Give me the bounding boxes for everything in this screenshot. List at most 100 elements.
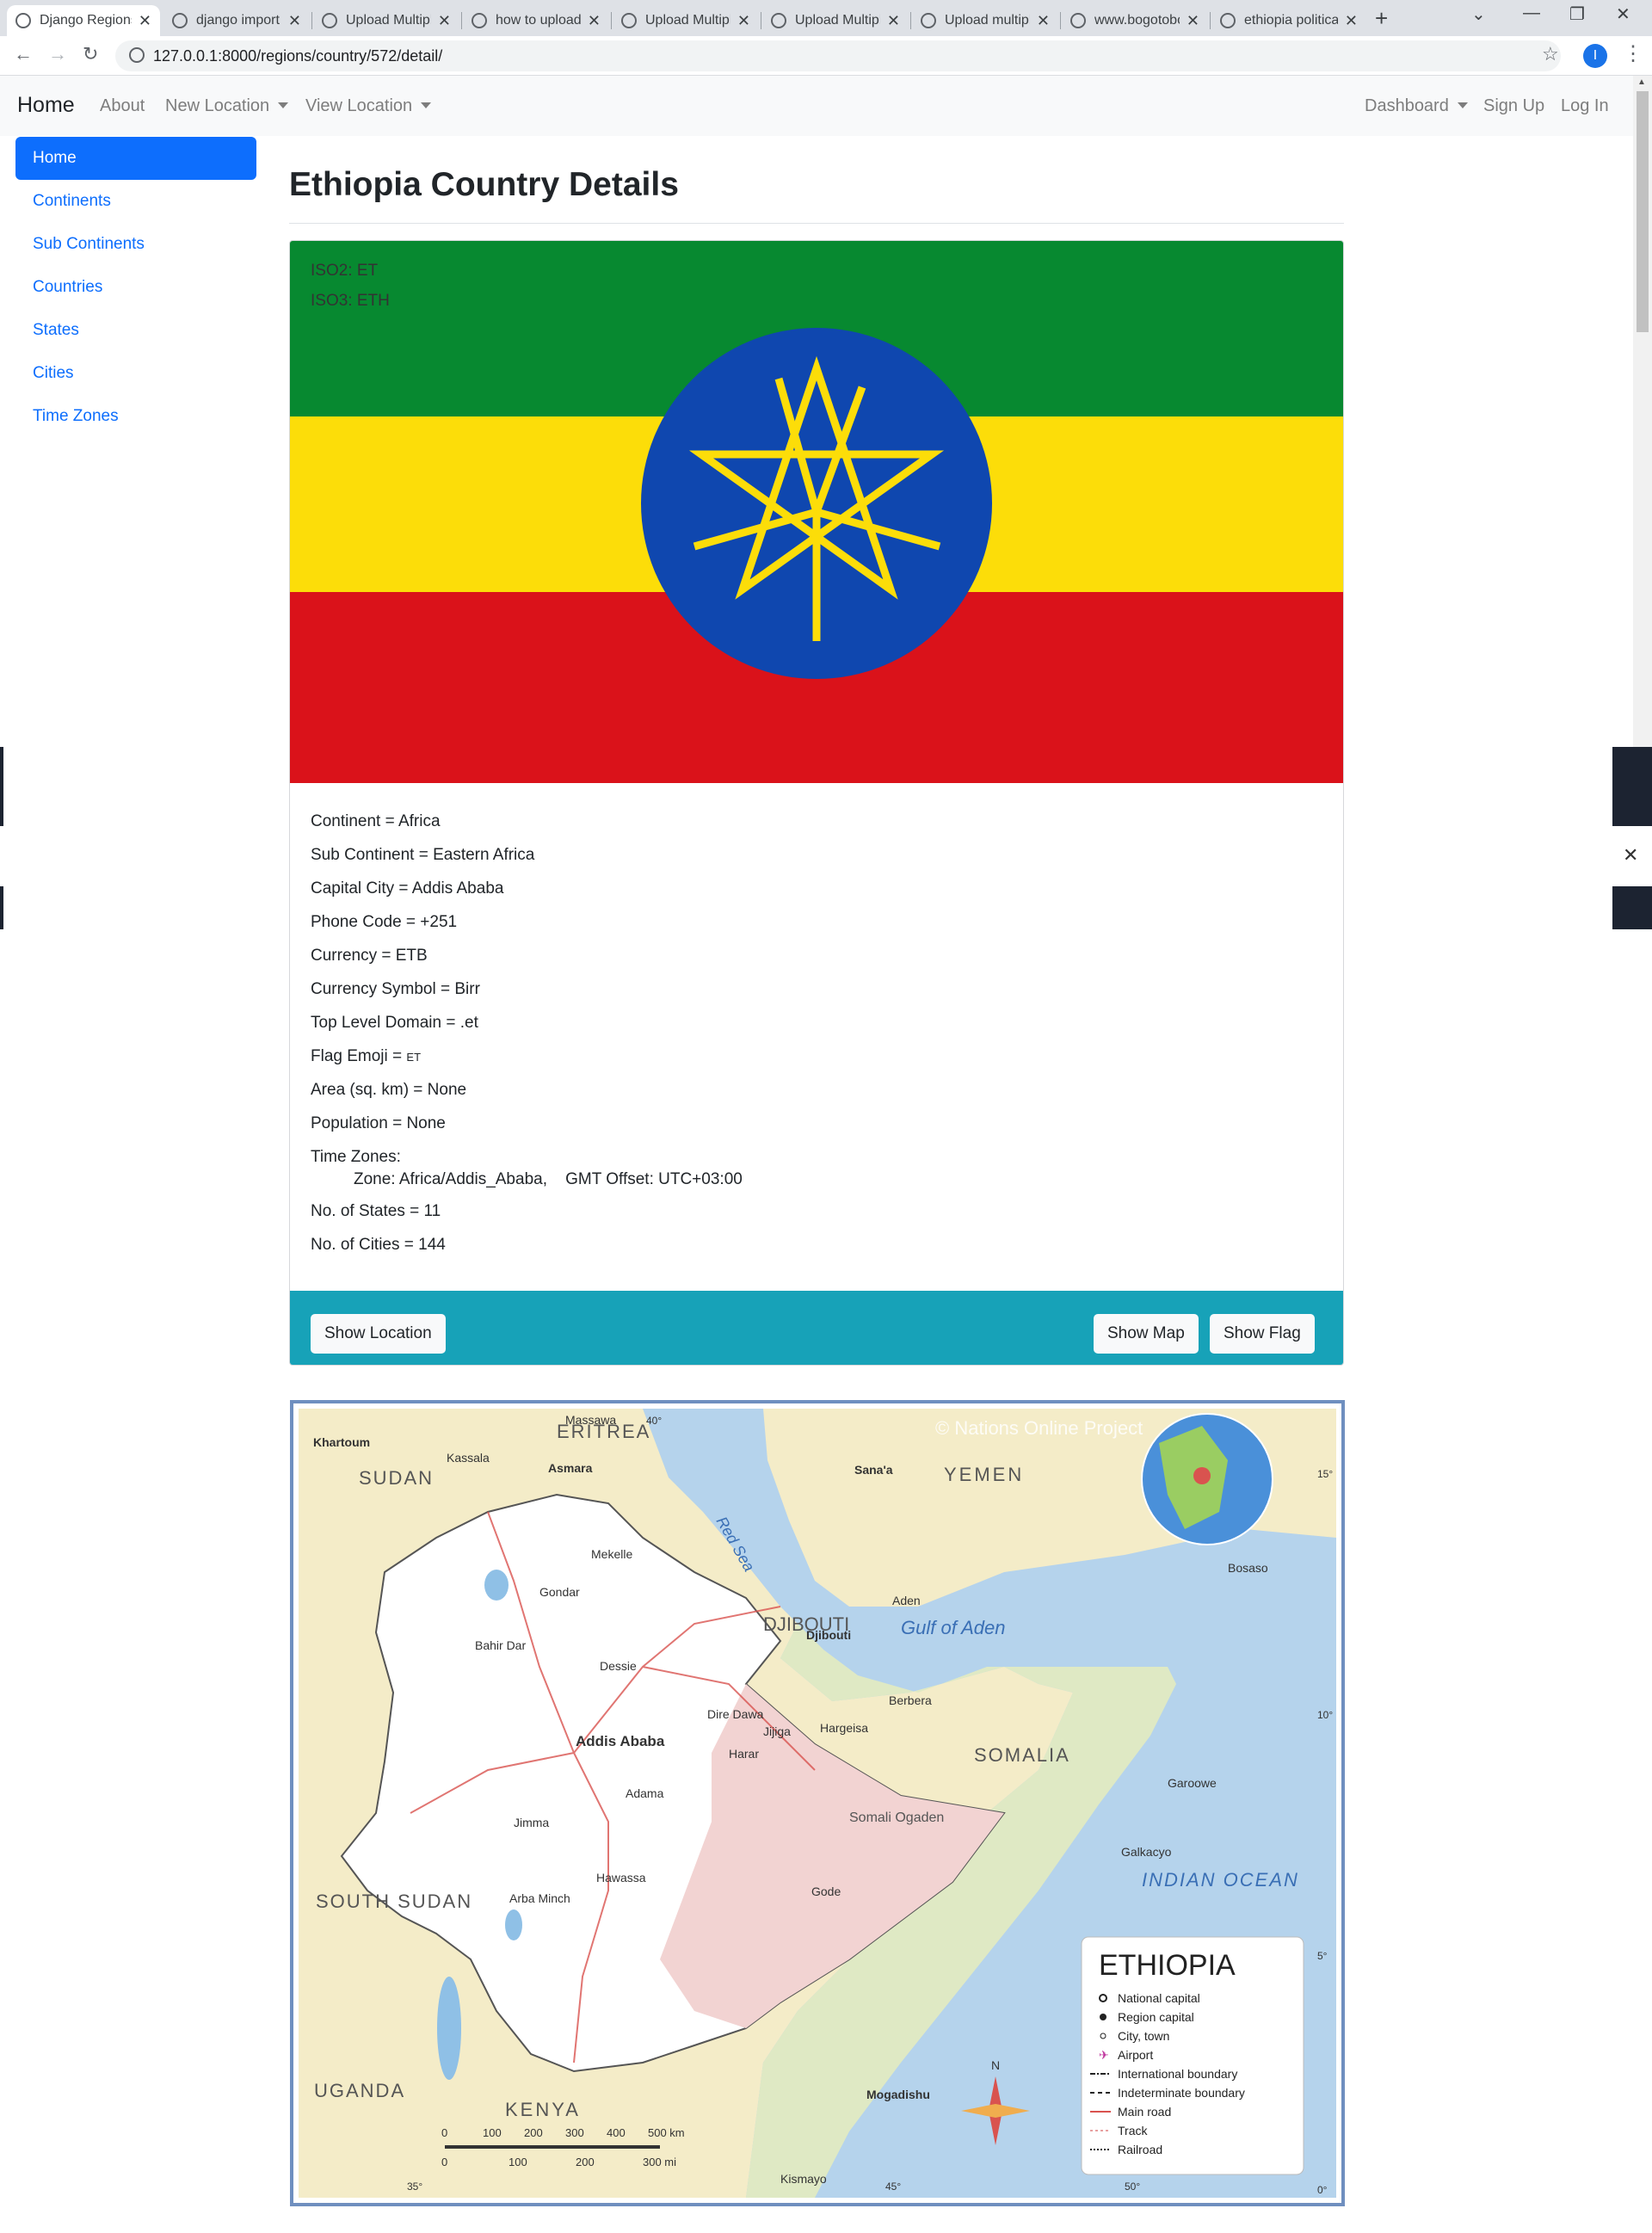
svg-text:100: 100 — [483, 2126, 502, 2139]
detail-sub-continent: Sub Continent = Eastern Africa — [311, 846, 535, 864]
svg-text:5°: 5° — [1317, 1950, 1328, 1962]
caret-down-icon — [421, 102, 432, 108]
profile-avatar[interactable]: I — [1583, 44, 1607, 68]
browser-tab[interactable]: Django Regions ✕ — [7, 5, 160, 36]
browser-tab[interactable]: Upload Multiple ✕ — [762, 5, 909, 36]
svg-text:National capital: National capital — [1118, 1991, 1200, 2005]
close-window-button[interactable]: ✕ — [1616, 3, 1630, 25]
svg-text:Addis Ababa: Addis Ababa — [576, 1733, 665, 1749]
detail-time-zone: Zone: Africa/Addis_Ababa, GMT Offset: UT… — [354, 1170, 743, 1188]
svg-text:Gode: Gode — [811, 1884, 841, 1898]
svg-text:SOUTH SUDAN: SOUTH SUDAN — [316, 1891, 472, 1912]
nav-new-location[interactable]: New Location — [165, 96, 289, 116]
page-title: Ethiopia Country Details — [289, 166, 679, 203]
close-tab-icon[interactable]: ✕ — [737, 12, 750, 30]
svg-text:0: 0 — [441, 2156, 447, 2168]
overlay-edge — [0, 886, 3, 929]
svg-text:200: 200 — [524, 2126, 543, 2139]
browser-tab[interactable]: Upload Multiple ✕ — [313, 5, 459, 36]
detail-capital-city: Capital City = Addis Ababa — [311, 879, 504, 898]
minimize-button[interactable]: — — [1523, 3, 1540, 23]
restore-button[interactable]: ❐ — [1569, 3, 1585, 25]
nav-dashboard[interactable]: Dashboard — [1365, 96, 1468, 116]
svg-text:City, town: City, town — [1118, 2029, 1169, 2043]
svg-text:Railroad: Railroad — [1118, 2143, 1162, 2156]
new-tab-button[interactable]: + — [1375, 5, 1388, 32]
svg-text:50°: 50° — [1125, 2181, 1140, 2193]
svg-text:0°: 0° — [1317, 2184, 1328, 2196]
browser-tab[interactable]: Upload Multiple ✕ — [613, 5, 759, 36]
browser-menu-icon[interactable]: ⋮ — [1623, 41, 1643, 66]
scroll-up-arrow-icon[interactable]: ▲ — [1637, 77, 1646, 87]
globe-icon — [921, 13, 936, 28]
sidebar-item-states[interactable]: States — [15, 309, 256, 352]
svg-text:Djibouti: Djibouti — [806, 1628, 851, 1642]
sidebar-item-home[interactable]: Home — [15, 137, 256, 180]
svg-text:Bosaso: Bosaso — [1228, 1561, 1268, 1575]
sidebar-item-cities[interactable]: Cities — [15, 352, 256, 395]
nav-about[interactable]: About — [100, 96, 145, 116]
site-icon — [322, 13, 337, 28]
nav-log-in[interactable]: Log In — [1561, 96, 1609, 116]
browser-tab[interactable]: www.bogotobogo ✕ — [1062, 5, 1208, 36]
globe-icon — [1070, 13, 1086, 28]
detail-flag-emoji: Flag Emoji = ET — [311, 1047, 422, 1065]
overlay-edge — [1612, 886, 1652, 929]
close-tab-icon[interactable]: ✕ — [438, 12, 451, 30]
svg-text:UGANDA: UGANDA — [314, 2080, 405, 2101]
svg-text:International boundary: International boundary — [1118, 2067, 1237, 2081]
svg-text:40°: 40° — [646, 1415, 662, 1427]
detail-population: Population = None — [311, 1114, 446, 1132]
browser-tab[interactable]: how to upload ✕ — [463, 5, 609, 36]
close-tab-icon[interactable]: ✕ — [139, 12, 151, 30]
browser-tab[interactable]: Upload multiple ✕ — [912, 5, 1058, 36]
detail-states-count: No. of States = 11 — [311, 1202, 441, 1220]
svg-text:Arba Minch: Arba Minch — [509, 1891, 570, 1905]
page-scrollbar[interactable]: ▲ ▼ — [1633, 76, 1652, 826]
card-footer: Show Location Show Map Show Flag — [290, 1291, 1343, 1365]
svg-text:35°: 35° — [407, 2181, 422, 2193]
close-tab-icon[interactable]: ✕ — [887, 12, 900, 30]
browser-tab[interactable]: ethiopia political ✕ — [1211, 5, 1366, 36]
forward-arrow-icon[interactable]: → — [48, 43, 67, 65]
svg-text:15°: 15° — [1317, 1468, 1333, 1480]
sidebar-item-countries[interactable]: Countries — [15, 266, 256, 309]
iso3-label: ISO3: ETH — [311, 292, 390, 310]
back-arrow-icon[interactable]: ← — [14, 43, 33, 65]
svg-text:Hawassa: Hawassa — [596, 1871, 646, 1884]
svg-text:Galkacyo: Galkacyo — [1121, 1845, 1172, 1859]
detail-phone-code: Phone Code = +251 — [311, 913, 458, 931]
navbar-brand[interactable]: Home — [17, 93, 75, 118]
bookmark-star-icon[interactable]: ☆ — [1542, 43, 1559, 65]
close-tab-icon[interactable]: ✕ — [588, 12, 601, 30]
nav-sign-up[interactable]: Sign Up — [1483, 96, 1544, 116]
scrollbar-thumb[interactable] — [1637, 91, 1649, 332]
svg-text:Hargeisa: Hargeisa — [820, 1721, 868, 1735]
sidebar-item-continents[interactable]: Continents — [15, 180, 256, 223]
main-content: Ethiopia Country Details ISO2: ET ISO3: … — [289, 137, 1344, 1366]
close-tab-icon[interactable]: ✕ — [288, 12, 301, 30]
close-tab-icon[interactable]: ✕ — [1345, 12, 1358, 30]
reload-icon[interactable]: ↻ — [83, 43, 98, 65]
svg-text:Gondar: Gondar — [539, 1585, 580, 1599]
close-icon[interactable]: ✕ — [1623, 844, 1638, 867]
caret-down-icon — [1457, 102, 1468, 108]
show-location-button[interactable]: Show Location — [311, 1314, 446, 1354]
sidebar-item-time-zones[interactable]: Time Zones — [15, 395, 256, 438]
show-flag-button[interactable]: Show Flag — [1210, 1314, 1315, 1354]
close-tab-icon[interactable]: ✕ — [1037, 12, 1050, 30]
nav-view-location[interactable]: View Location — [305, 96, 432, 116]
show-map-button[interactable]: Show Map — [1094, 1314, 1199, 1354]
address-bar[interactable]: 127.0.0.1:8000/regions/country/572/detai… — [115, 40, 1561, 71]
site-info-icon[interactable] — [129, 47, 145, 63]
tab-search-icon[interactable]: ⌄ — [1471, 3, 1486, 25]
map-watermark: © Nations Online Project — [935, 1417, 1143, 1439]
country-card: ISO2: ET ISO3: ETH Continent = Africa Su… — [289, 240, 1344, 1366]
close-tab-icon[interactable]: ✕ — [1187, 12, 1199, 30]
sidebar-item-sub-continents[interactable]: Sub Continents — [15, 223, 256, 266]
svg-text:Garoowe: Garoowe — [1168, 1776, 1217, 1790]
browser-tab[interactable]: django import ✕ — [163, 5, 310, 36]
svg-text:ETHIOPIA: ETHIOPIA — [1099, 1949, 1236, 1982]
svg-text:Berbera: Berbera — [889, 1693, 932, 1707]
svg-text:Bahir Dar: Bahir Dar — [475, 1638, 526, 1652]
